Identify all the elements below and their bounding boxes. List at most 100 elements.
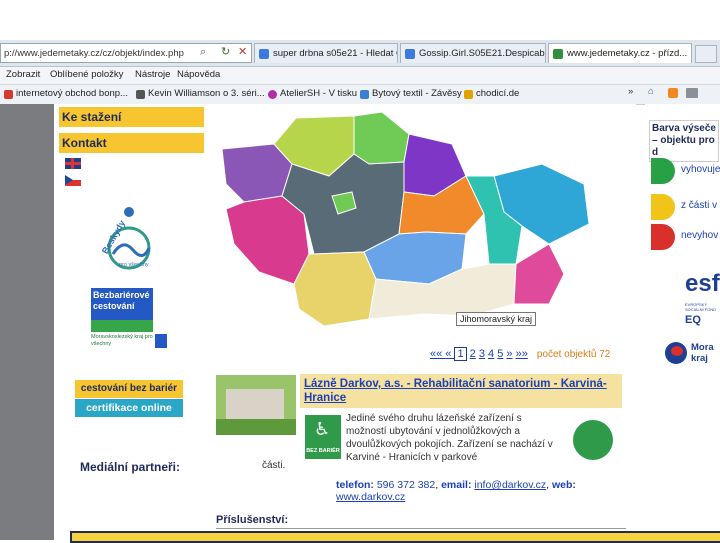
favorite-label: internetový obchod bonp... [16, 88, 128, 99]
eq-logo-text: EQ [685, 314, 701, 326]
google-icon [405, 49, 415, 59]
favorite-label: Bytový textil - Závěsy [372, 88, 462, 99]
beskydy-logo[interactable]: Beskydy pro všechny [87, 204, 159, 274]
web-link[interactable]: www.darkov.cz [336, 491, 405, 503]
bezbarierove-cestovani-logo[interactable]: Bezbariérové cestování Moravskoslezský k… [91, 288, 169, 360]
bezbarierove-banner: Bezbariérové cestování [91, 288, 153, 320]
site-icon [553, 49, 563, 59]
left-sidebar: Ke stažení Kontakt Beskydy pro všechny B… [54, 104, 205, 540]
listing-card: Lázně Darkov, a.s. - Rehabilitační sanat… [212, 342, 637, 540]
favorite-icon [268, 90, 277, 99]
favorite-link[interactable]: chodicí.de [464, 88, 519, 99]
legend-label: vyhovuje [681, 164, 720, 175]
green-pie-icon [651, 158, 675, 184]
favorite-icon [464, 90, 473, 99]
favorite-link[interactable]: AtelierSH - V tisku [268, 88, 357, 99]
tab-label: super drbna s05e21 - Hledat G... [273, 48, 398, 59]
regions-map[interactable]: Jihomoravský kraj [204, 104, 636, 344]
favorite-label: Kevin Williamson o 3. séri... [148, 88, 265, 99]
region-swoosh-accent [671, 346, 683, 356]
bezbarierove-subtext: Moravskoslezský kraj pro všechny [91, 334, 153, 347]
chevron-more-icon[interactable]: » [628, 86, 633, 97]
stairs-shape [91, 320, 153, 332]
listing-title[interactable]: Lázně Darkov, a.s. - Rehabilitační sanat… [304, 377, 616, 405]
right-panel: Barva výseče – objektu pro d vyhovuje z … [645, 104, 720, 540]
screen-top-margin [0, 0, 720, 40]
page-left-gutter [0, 104, 54, 540]
card-photo[interactable] [216, 375, 296, 435]
legend-item-yellow: z části v [649, 194, 720, 220]
print-icon[interactable] [686, 88, 698, 98]
close-icon[interactable]: ✕ [238, 45, 247, 58]
google-icon [259, 49, 269, 59]
new-tab-button[interactable] [695, 45, 717, 63]
accessibility-pie-icon [573, 420, 613, 460]
tab-label: www.jedemetaky.cz - přízd... [567, 48, 688, 59]
bottom-highlight-box [70, 531, 720, 543]
feeds-icon[interactable] [668, 88, 678, 98]
region-jihocesky[interactable] [293, 251, 377, 327]
media-partners-label: Mediální partneři: [80, 460, 181, 474]
accessible-badge: ♿ BEZ BARIÉR [305, 415, 341, 459]
favorite-link[interactable]: Bytový textil - Závěsy [360, 88, 462, 99]
cert-line2: certifikace online [75, 399, 183, 417]
esf-logo-text: esf [685, 270, 720, 297]
tab-bar: p://www.jedemetaky.cz/cz/objekt/index.ph… [0, 40, 720, 67]
uk-flag-icon[interactable] [65, 158, 81, 169]
cert-line1: cestování bez bariér [75, 380, 183, 398]
wheelchair-icon: ♿ [314, 419, 331, 439]
phone-value: 596 372 382 [376, 479, 436, 491]
menu-tools[interactable]: Nástroje [135, 69, 170, 80]
czech-map [221, 111, 590, 327]
region-plzensky[interactable] [225, 195, 310, 285]
favorite-label: AtelierSH - V tisku [280, 88, 358, 99]
address-field[interactable]: p://www.jedemetaky.cz/cz/objekt/index.ph… [0, 43, 252, 63]
region-liberecky[interactable] [353, 111, 410, 165]
home-icon[interactable]: ⌂ [648, 86, 660, 98]
legend-label: z části v [681, 200, 718, 211]
favorite-icon [360, 90, 369, 99]
cz-flag-icon[interactable] [65, 175, 81, 186]
refresh-icon[interactable]: ↻ [221, 45, 230, 58]
badge-label: BEZ BARIÉR [306, 448, 340, 454]
phone-label: telefon: [336, 479, 374, 491]
favorites-bar: internetový obchod bonp... Kevin William… [0, 85, 720, 105]
favorite-icon [136, 90, 145, 99]
favorite-link[interactable]: Kevin Williamson o 3. séri... [136, 88, 265, 99]
legend-item-green: vyhovuje [649, 158, 720, 184]
sidebar-item-contact[interactable]: Kontakt [59, 133, 205, 153]
moravskoslezsky-kraj-logo[interactable]: Mora kraj [665, 338, 720, 378]
menu-help[interactable]: Nápověda [177, 69, 220, 80]
tab-2[interactable]: Gossip.Girl.S05E21.Despicable... [400, 43, 546, 63]
accessories-label: Příslušenství: [216, 514, 289, 526]
email-label: email: [441, 479, 472, 491]
menu-bar: Zobrazit Oblíbené položky Nástroje Nápov… [0, 67, 720, 85]
esf-logo[interactable]: esf EVROPSKÝ SOCIÁLNÍ FOND EQ [685, 270, 720, 328]
color-legend-title: Barva výseče – objektu pro d [649, 120, 719, 162]
legend-item-red: nevyhov [649, 224, 720, 250]
esf-logo-subtext: EVROPSKÝ SOCIÁLNÍ FOND [685, 302, 717, 312]
email-link[interactable]: info@darkov.cz [474, 479, 546, 491]
beskydy-logo-subtext: pro všechny [119, 262, 149, 268]
tab-label: Gossip.Girl.S05E21.Despicable... [419, 48, 546, 59]
favorite-label: chodicí.de [476, 88, 520, 99]
certifikace-online-banner[interactable]: cestování bez bariér certifikace online [75, 380, 183, 418]
contact-line: telefon: 596 372 382, email: info@darkov… [336, 479, 576, 503]
blue-square-shape [155, 334, 167, 348]
menu-favorites[interactable]: Oblíbené položky [50, 69, 123, 80]
menu-view[interactable]: Zobrazit [6, 69, 40, 80]
web-label: web: [551, 479, 576, 491]
search-icon[interactable]: ⌕ [200, 46, 206, 59]
bezbarierove-line2: cestování [93, 301, 135, 311]
region-logo-text: Mora kraj [691, 342, 714, 364]
yellow-pie-icon [651, 194, 675, 220]
tab-3-active[interactable]: www.jedemetaky.cz - přízd... [548, 43, 692, 63]
tab-1[interactable]: super drbna s05e21 - Hledat G... [254, 43, 398, 63]
sidebar-item-downloads[interactable]: Ke stažení [59, 107, 205, 127]
favorite-link[interactable]: internetový obchod bonp... [4, 88, 128, 99]
red-pie-icon [651, 224, 675, 250]
region-zlinsky[interactable] [513, 243, 565, 305]
bezbarierove-line1: Bezbariérové [93, 290, 150, 300]
legend-label: nevyhov [681, 230, 719, 241]
listing-description: Jediné svého druhu lázeňské zařízení s m… [346, 413, 553, 463]
